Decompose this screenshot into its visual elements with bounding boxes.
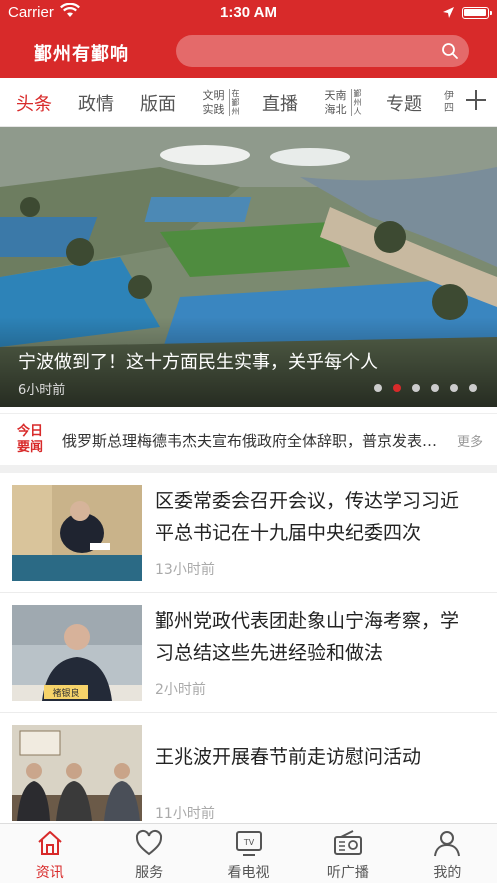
app-title: 鄞州有鄞响 (34, 44, 129, 65)
tab-zhuanti[interactable]: 专题 (382, 78, 426, 127)
logo-line: 今日 (16, 424, 43, 439)
ticker-headline[interactable]: 俄罗斯总理梅德韦杰夫宣布俄政府全体辞职，普京发表电视讲话 (62, 430, 440, 451)
news-thumbnail: 褚银良 (12, 605, 142, 701)
tab-zhibo[interactable]: 直播 (258, 78, 302, 127)
heart-icon (134, 828, 164, 862)
news-title[interactable]: 王兆波开展春节前走访慰问活动 (155, 741, 475, 773)
tab-kandianshi[interactable]: TV 看电视 (199, 824, 298, 883)
add-channel-icon[interactable] (465, 89, 487, 111)
radio-icon (333, 828, 363, 862)
jinri-yaowen-logo: 今日 要闻 (14, 424, 46, 456)
user-icon (432, 828, 462, 862)
tab-zhengqing[interactable]: 政情 (74, 78, 118, 127)
status-time: 1:30 AM (220, 4, 277, 21)
tab-label: 听广播 (326, 865, 369, 881)
search-icon[interactable] (441, 42, 459, 64)
tab-side-label: 鄞州人 (350, 89, 362, 116)
tab-label: 直播 (262, 93, 298, 115)
news-title[interactable]: 鄞州党政代表团赴象山宁海考察，学习总结这些先进经验和做法 (155, 605, 475, 669)
tab-label: 版面 (140, 93, 176, 115)
list-item[interactable]: 区委常委会召开会议，传达学习习近平总书记在十九届中央纪委四次 13小时前 (0, 473, 497, 593)
headline-carousel[interactable]: 宁波做到了！这十方面民生实事，关乎每个人 6小时前 (0, 127, 497, 407)
svg-text:TV: TV (242, 838, 254, 847)
tab-label: 头条 (16, 93, 52, 115)
tv-icon: TV (234, 828, 264, 862)
tab-label: 伊四 (444, 90, 454, 114)
tab-tingguangbo[interactable]: 听广播 (298, 824, 397, 883)
bottom-tab-bar: 资讯 服务 TV 看电视 听广播 我的 (0, 823, 497, 883)
carousel-dot[interactable] (431, 384, 439, 392)
tab-label: 专题 (386, 93, 422, 115)
location-arrow-icon (442, 5, 455, 23)
section-divider (0, 465, 497, 473)
tab-partial[interactable]: 伊四 (444, 78, 456, 127)
carousel-dot[interactable] (412, 384, 420, 392)
home-icon (35, 828, 65, 862)
carousel-indicators (374, 384, 477, 392)
news-thumbnail (12, 725, 142, 821)
more-link[interactable]: 更多 (457, 431, 483, 450)
tab-label: 政情 (78, 93, 114, 115)
tab-label: 资讯 (35, 865, 64, 881)
search-input[interactable] (176, 35, 469, 67)
banner-time: 6小时前 (18, 383, 66, 398)
tab-label: 看电视 (227, 865, 270, 881)
news-title[interactable]: 区委常委会召开会议，传达学习习近平总书记在十九届中央纪委四次 (155, 485, 475, 549)
list-item[interactable]: 王兆波开展春节前走访慰问活动 11小时前 (0, 713, 497, 833)
logo-line: 要闻 (16, 440, 43, 455)
news-ticker[interactable]: 今日要闻 俄罗斯总理梅德韦杰夫宣布俄政府全体辞职，普京发表电视讲话 更多 (0, 413, 497, 465)
tab-fuwu[interactable]: 服务 (99, 824, 198, 883)
tab-tiannan-haibei[interactable]: 天南海北 鄞州人 (320, 78, 362, 127)
carousel-dot[interactable] (469, 384, 477, 392)
tab-zixun[interactable]: 资讯 (0, 824, 99, 883)
tab-wode[interactable]: 我的 (398, 824, 497, 883)
news-thumbnail (12, 485, 142, 581)
tab-label: 服务 (135, 865, 164, 881)
carousel-dot[interactable] (450, 384, 458, 392)
news-time: 13小时前 (155, 562, 215, 578)
tab-label: 我的 (433, 865, 462, 881)
tab-side-label: 在鄞州 (228, 89, 240, 116)
channel-tabs: 头条 政情 版面 文明实践 在鄞州 直播 天南海北 鄞州人 专题 伊四 (0, 78, 497, 127)
tab-banmian[interactable]: 版面 (136, 78, 180, 127)
list-item[interactable]: 褚银良 鄞州党政代表团赴象山宁海考察，学习总结这些先进经验和做法 2小时前 (0, 593, 497, 713)
tab-toutiao[interactable]: 头条 (12, 78, 56, 127)
news-time: 11小时前 (155, 806, 215, 822)
news-time: 2小时前 (155, 682, 206, 698)
nameplate-text: 褚银良 (52, 687, 79, 699)
app-header: Carrier 1:30 AM 鄞州有鄞响 (0, 0, 497, 78)
status-bar: Carrier 1:30 AM (0, 0, 497, 26)
banner-caption[interactable]: 宁波做到了！这十方面民生实事，关乎每个人 (18, 348, 378, 374)
carousel-dot[interactable] (374, 384, 382, 392)
carousel-dot[interactable] (393, 384, 401, 392)
tab-wenming-shijian[interactable]: 文明实践 在鄞州 (198, 78, 240, 127)
battery-icon (462, 7, 492, 19)
tab-label: 文明实践 (202, 88, 225, 116)
tab-label: 天南海北 (324, 88, 347, 116)
